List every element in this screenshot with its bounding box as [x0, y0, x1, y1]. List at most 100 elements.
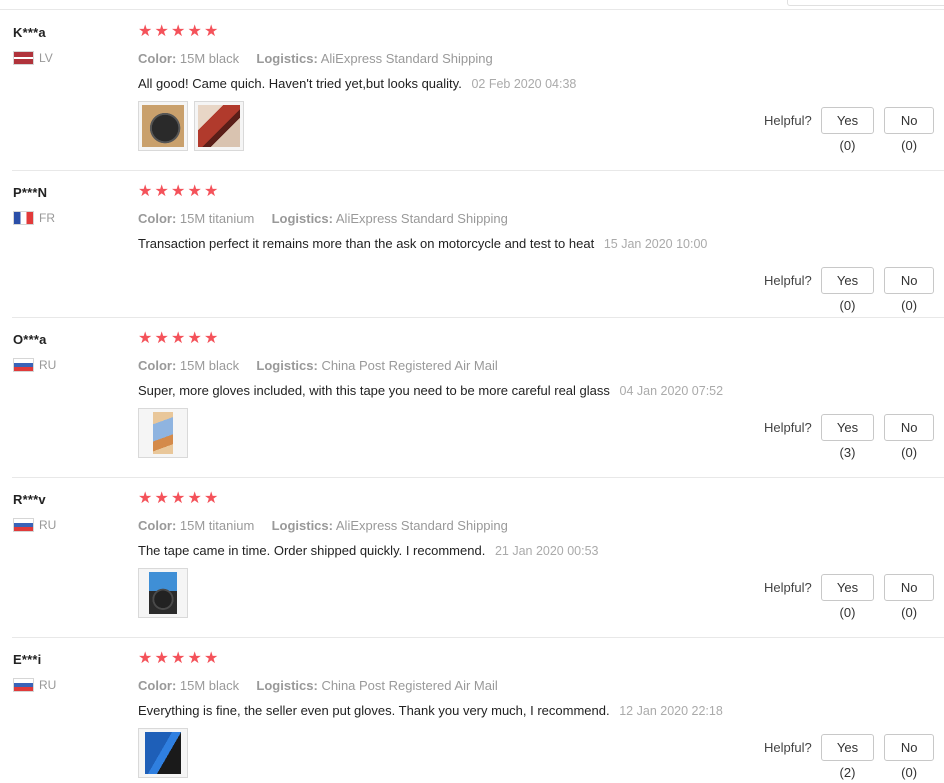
- review-item: K***a LV ★ ★ ★ ★ ★ Color: 15M black Logi…: [12, 11, 944, 171]
- country-code: RU: [39, 358, 57, 372]
- star-icon: ★: [171, 650, 186, 667]
- star-icon: ★: [204, 23, 219, 40]
- red-tape-hand-photo: [198, 105, 240, 147]
- star-rating: ★ ★ ★ ★ ★: [138, 184, 220, 200]
- star-icon: ★: [138, 650, 153, 667]
- no-vote-button[interactable]: No (0): [884, 734, 934, 780]
- review-photo-thumbnail[interactable]: [138, 101, 188, 151]
- yes-vote-button[interactable]: Yes (2): [820, 734, 875, 780]
- color-value: 15M black: [179, 51, 240, 66]
- review-date: 15 Jan 2020 10:00: [603, 237, 708, 251]
- star-icon: ★: [171, 23, 186, 40]
- review-text: Transaction perfect it remains more than…: [138, 236, 595, 251]
- color-label: Color:: [138, 358, 177, 373]
- country-code: FR: [39, 211, 55, 225]
- russia-flag-icon: [13, 358, 34, 372]
- reviewer-name: E***i: [13, 652, 42, 667]
- order-attributes: Color: 15M titanium Logistics: AliExpres…: [138, 211, 508, 226]
- star-icon: ★: [204, 650, 219, 667]
- country-code: RU: [39, 518, 57, 532]
- gloves-package-photo: [153, 412, 173, 454]
- star-icon: ★: [154, 183, 169, 200]
- review-item: P***N FR ★ ★ ★ ★ ★ Color: 15M titanium L…: [12, 171, 944, 318]
- helpful-label: Helpful?: [764, 420, 812, 435]
- review-item: E***i RU ★ ★ ★ ★ ★ Color: 15M black Logi…: [12, 638, 944, 783]
- no-vote-button[interactable]: No (0): [884, 107, 934, 153]
- helpful-votes: Helpful? Yes (2) No (0): [764, 734, 944, 780]
- review-item: R***v RU ★ ★ ★ ★ ★ Color: 15M titanium L…: [12, 478, 944, 638]
- star-icon: ★: [138, 330, 153, 347]
- logistics-value: AliExpress Standard Shipping: [335, 518, 508, 533]
- star-icon: ★: [138, 23, 153, 40]
- order-attributes: Color: 15M black Logistics: China Post R…: [138, 358, 498, 373]
- helpful-label: Helpful?: [764, 273, 812, 288]
- color-label: Color:: [138, 518, 177, 533]
- star-icon: ★: [138, 183, 153, 200]
- review-photo-thumbnail[interactable]: [138, 728, 188, 778]
- star-rating: ★ ★ ★ ★ ★: [138, 491, 220, 507]
- helpful-votes: Helpful? Yes (0) No (0): [764, 574, 944, 620]
- review-photo-thumbnail[interactable]: [194, 101, 244, 151]
- yes-vote-button[interactable]: Yes (0): [820, 267, 875, 313]
- helpful-label: Helpful?: [764, 580, 812, 595]
- star-icon: ★: [187, 490, 202, 507]
- review-date: 12 Jan 2020 22:18: [619, 704, 723, 718]
- latvia-flag-icon: [13, 51, 34, 65]
- yes-vote-button[interactable]: Yes (3): [820, 414, 875, 460]
- star-icon: ★: [187, 23, 202, 40]
- review-photo-thumbnail[interactable]: [138, 568, 188, 618]
- star-icon: ★: [204, 330, 219, 347]
- top-filter-box: [787, 0, 944, 6]
- star-icon: ★: [187, 650, 202, 667]
- no-vote-button[interactable]: No (0): [884, 574, 934, 620]
- review-photos: [138, 568, 188, 618]
- color-value: 15M black: [179, 678, 240, 693]
- star-icon: ★: [204, 490, 219, 507]
- logistics-label: Logistics:: [271, 211, 333, 226]
- order-attributes: Color: 15M black Logistics: China Post R…: [138, 678, 498, 693]
- review-body: Super, more gloves included, with this t…: [138, 383, 723, 398]
- review-photo-thumbnail[interactable]: [138, 408, 188, 458]
- review-text: All good! Came quich. Haven't tried yet,…: [138, 76, 462, 91]
- order-attributes: Color: 15M black Logistics: AliExpress S…: [138, 51, 493, 66]
- russia-flag-icon: [13, 518, 34, 532]
- reviewer-country: RU: [13, 358, 56, 372]
- color-value: 15M black: [179, 358, 240, 373]
- review-text: Super, more gloves included, with this t…: [138, 383, 610, 398]
- review-body: Transaction perfect it remains more than…: [138, 236, 707, 251]
- color-value: 15M titanium: [179, 518, 255, 533]
- yes-vote-button[interactable]: Yes (0): [820, 107, 875, 153]
- country-code: RU: [39, 678, 57, 692]
- review-body: The tape came in time. Order shipped qui…: [138, 543, 599, 558]
- russia-flag-icon: [13, 678, 34, 692]
- no-vote-button[interactable]: No (0): [884, 267, 934, 313]
- logistics-value: China Post Registered Air Mail: [321, 678, 498, 693]
- tape-with-gloves-photo: [149, 572, 177, 614]
- star-icon: ★: [154, 330, 169, 347]
- logistics-value: China Post Registered Air Mail: [321, 358, 498, 373]
- star-rating: ★ ★ ★ ★ ★: [138, 331, 220, 347]
- helpful-label: Helpful?: [764, 740, 812, 755]
- reviewer-name: O***a: [13, 332, 47, 347]
- reviewer-name: P***N: [13, 185, 48, 200]
- reviewer-name: K***a: [13, 25, 46, 40]
- logistics-label: Logistics:: [256, 678, 318, 693]
- star-icon: ★: [204, 183, 219, 200]
- review-body: All good! Came quich. Haven't tried yet,…: [138, 76, 576, 91]
- yes-vote-button[interactable]: Yes (0): [820, 574, 875, 620]
- star-rating: ★ ★ ★ ★ ★: [138, 24, 220, 40]
- logistics-label: Logistics:: [256, 51, 318, 66]
- helpful-votes: Helpful? Yes (3) No (0): [764, 414, 944, 460]
- black-tape-roll-photo: [142, 105, 184, 147]
- star-icon: ★: [138, 490, 153, 507]
- color-label: Color:: [138, 211, 177, 226]
- logistics-value: AliExpress Standard Shipping: [320, 51, 493, 66]
- star-icon: ★: [171, 330, 186, 347]
- color-value: 15M titanium: [179, 211, 255, 226]
- reviewer-country: RU: [13, 678, 56, 692]
- color-label: Color:: [138, 678, 177, 693]
- review-date: 04 Jan 2020 07:52: [619, 384, 724, 398]
- review-photos: [138, 101, 244, 151]
- no-vote-button[interactable]: No (0): [884, 414, 934, 460]
- star-rating: ★ ★ ★ ★ ★: [138, 651, 220, 667]
